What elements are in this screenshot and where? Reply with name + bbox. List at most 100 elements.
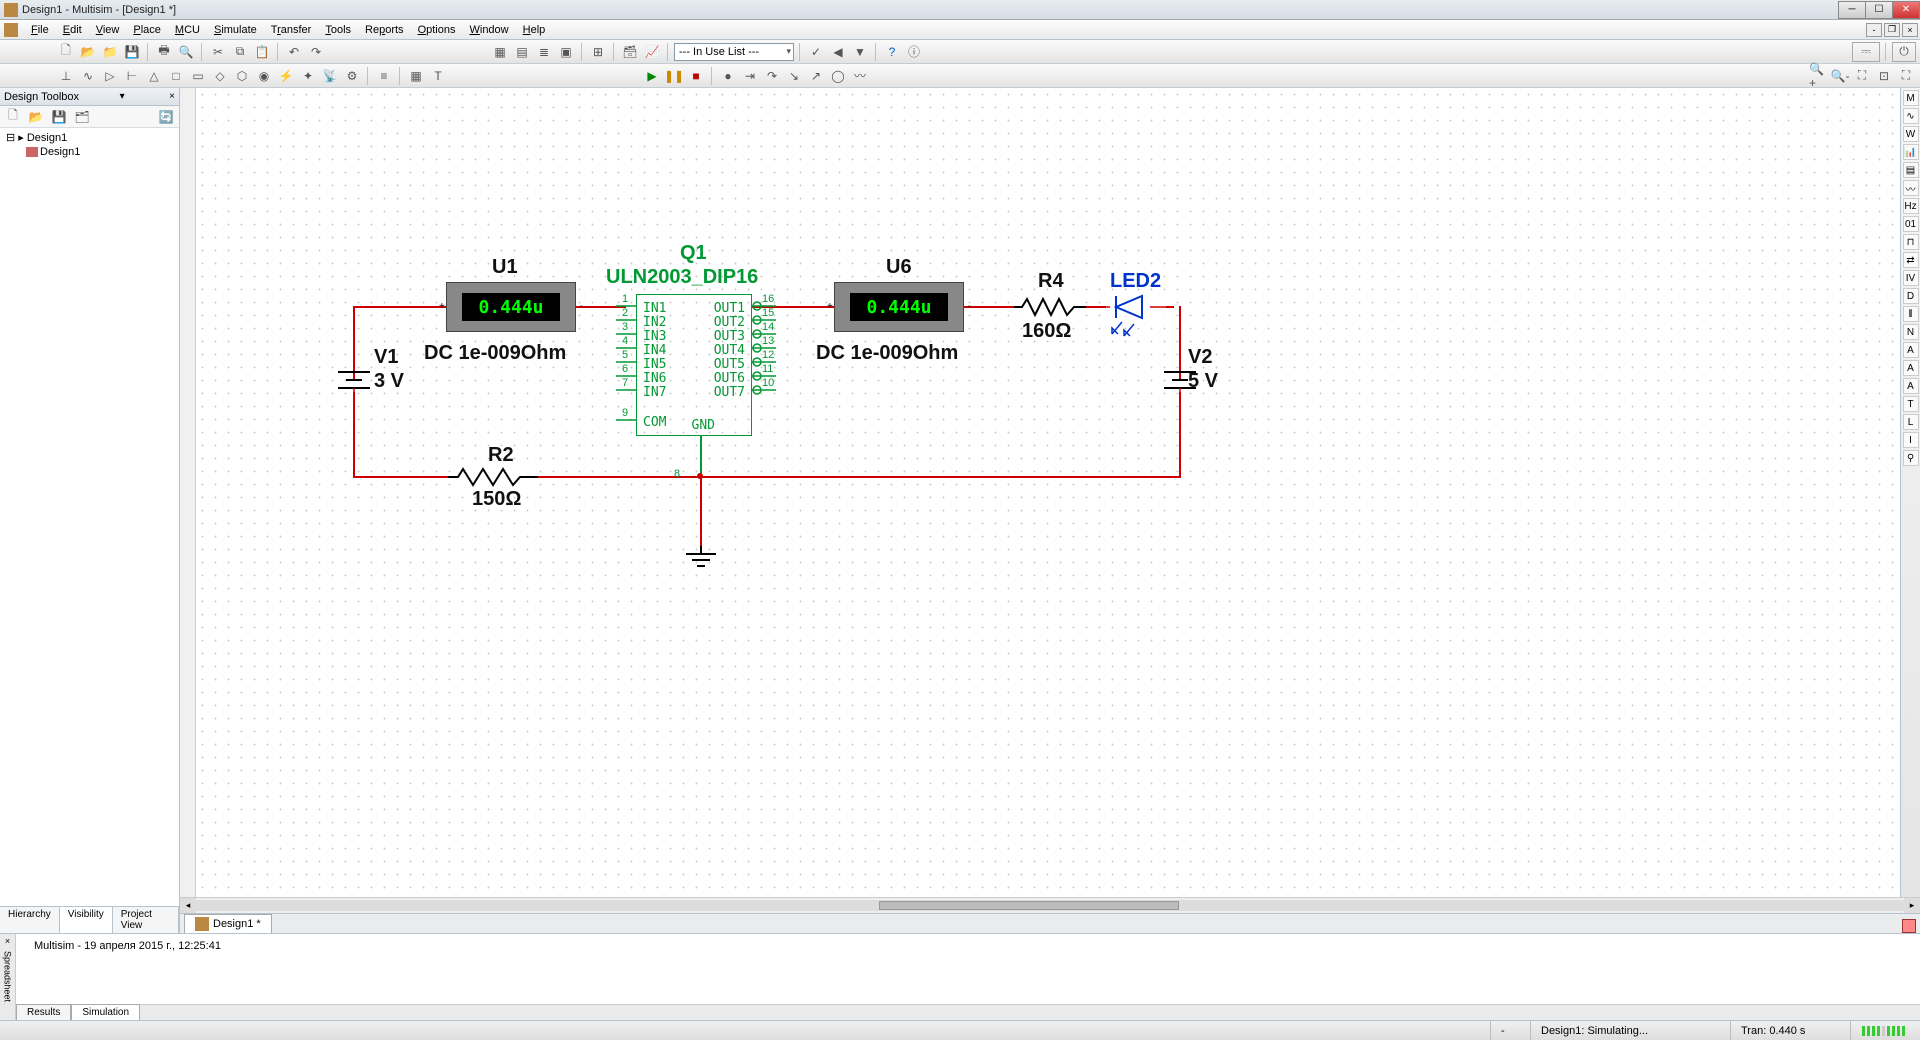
u6-ref[interactable]: U6 [886,256,912,279]
distort-icon[interactable]: D [1903,288,1919,304]
window-icon[interactable]: ▣ [556,42,576,62]
doc-tab-design1[interactable]: Design1 * [184,914,272,933]
breakpoint-icon[interactable]: ◯ [828,66,848,86]
menu-file[interactable]: File [24,22,56,38]
u6-dc[interactable]: DC 1e-009Ohm [816,342,958,365]
maximize-button[interactable]: ☐ [1865,1,1893,19]
tab-projectview[interactable]: Project View [113,907,179,933]
tab-results[interactable]: Results [16,1004,71,1020]
tile-icon[interactable]: ▦ [490,42,510,62]
v1-ref[interactable]: V1 [374,346,398,369]
tab-simulation[interactable]: Simulation [71,1004,140,1020]
close-button[interactable]: ✕ [1892,1,1920,19]
menu-place[interactable]: Place [126,22,168,38]
zoomout-icon[interactable]: 🔍- [1830,66,1850,86]
cut-icon[interactable]: ✂ [208,42,228,62]
place-misc2-icon[interactable]: ✦ [298,66,318,86]
doc-tab-close-icon[interactable] [1902,919,1916,933]
v2-ref[interactable]: V2 [1188,346,1212,369]
stepover-icon[interactable]: ↷ [762,66,782,86]
fullscreen-icon[interactable]: ⛶ [1896,66,1916,86]
v2-value[interactable]: 5 V [1188,370,1218,393]
menu-edit[interactable]: Edit [56,22,89,38]
zoomin-icon[interactable]: 🔍+ [1808,66,1828,86]
instrument1-icon[interactable]: ⎓ [1852,42,1880,62]
new-icon[interactable]: 🗋 [56,42,76,62]
redo-icon[interactable]: ↷ [306,42,326,62]
place-bus-icon[interactable]: ≡ [374,66,394,86]
r4-ref[interactable]: R4 [1038,270,1064,293]
zoomarea-icon[interactable]: ⛶ [1852,66,1872,86]
wordgen-icon[interactable]: 01 [1903,216,1919,232]
toolbox-close-icon[interactable]: × [165,91,179,102]
place-ttl-icon[interactable]: □ [166,66,186,86]
probe-icon[interactable]: ⚲ [1903,450,1919,466]
place-electro-icon[interactable]: ⚙ [342,66,362,86]
graph-icon[interactable]: 📈 [642,42,662,62]
multimeter-icon[interactable]: M [1903,90,1919,106]
place-diode-icon[interactable]: ▷ [100,66,120,86]
wattmeter-icon[interactable]: W [1903,126,1919,142]
scroll-left-icon[interactable]: ◂ [180,898,196,913]
schematic-canvas[interactable]: V1 3 V V2 5 V 0.444u + - U1 [196,88,1900,897]
trace-icon[interactable]: 〰 [850,66,870,86]
v1-value[interactable]: 3 V [374,370,404,393]
spectrum-icon[interactable]: ⫴ [1903,306,1919,322]
place-basic-icon[interactable]: ∿ [78,66,98,86]
led2-ref[interactable]: LED2 [1110,270,1161,293]
menu-tools[interactable]: Tools [318,22,358,38]
menu-help[interactable]: Help [516,22,553,38]
place-misc-icon[interactable]: ◇ [210,66,230,86]
freq-icon[interactable]: Hz [1903,198,1919,214]
menu-options[interactable]: Options [411,22,463,38]
toolbox-saveall-icon[interactable]: 🗂 [72,107,92,127]
scroll-right-icon[interactable]: ▸ [1904,898,1920,913]
place-indicator-icon[interactable]: ◉ [254,66,274,86]
r4-value[interactable]: 160Ω [1022,320,1071,343]
mdi-restore[interactable]: ❐ [1884,23,1900,37]
tree-child[interactable]: Design1 [2,145,177,159]
stop-icon[interactable]: ■ [686,66,706,86]
paste-icon[interactable]: 📋 [252,42,272,62]
scroll-thumb[interactable] [879,901,1179,910]
scope4-icon[interactable]: ▤ [1903,162,1919,178]
scope-icon[interactable]: 📊 [1903,144,1919,160]
toolbox-refresh-icon[interactable]: 🔄 [156,107,176,127]
logicconv-icon[interactable]: ⇄ [1903,252,1919,268]
db-icon[interactable]: 🗃 [620,42,640,62]
copy-icon[interactable]: ⧉ [230,42,250,62]
menu-view[interactable]: View [89,22,127,38]
print-preview-icon[interactable]: 🔍 [176,42,196,62]
toolbox-open-icon[interactable]: 📂 [26,107,46,127]
mdi-close[interactable]: × [1902,23,1918,37]
open-sample-icon[interactable]: 📁 [100,42,120,62]
agilent1-icon[interactable]: A [1903,342,1919,358]
undo-icon[interactable]: ↶ [284,42,304,62]
place-transistor-icon[interactable]: ⊢ [122,66,142,86]
place-mixed-icon[interactable]: ⬡ [232,66,252,86]
forward-icon[interactable]: ▼ [850,42,870,62]
help-icon[interactable]: ? [882,42,902,62]
pause-icon[interactable]: ❚❚ [664,66,684,86]
zoomfit-icon[interactable]: ⊡ [1874,66,1894,86]
toolbox-save-icon[interactable]: 💾 [49,107,69,127]
save-icon[interactable]: 💾 [122,42,142,62]
record-icon[interactable]: ● [718,66,738,86]
menu-transfer[interactable]: Transfer [264,22,319,38]
canvas-hscroll[interactable]: ◂ ▸ [180,897,1920,913]
ground-symbol[interactable] [684,546,718,572]
r2-value[interactable]: 150Ω [472,488,521,511]
place-hier-icon[interactable]: ▦ [406,66,426,86]
current-icon[interactable]: I [1903,432,1919,448]
inuse-combo[interactable]: --- In Use List --- [674,43,794,61]
place-source-icon[interactable]: ⊥ [56,66,76,86]
q1-value[interactable]: ULN2003_DIP16 [606,266,758,289]
labview-icon[interactable]: L [1903,414,1919,430]
print-icon[interactable]: 🖶 [154,42,174,62]
menu-reports[interactable]: Reports [358,22,411,38]
agilent3-icon[interactable]: A [1903,378,1919,394]
menu-mcu[interactable]: MCU [168,22,207,38]
ammeter-u1[interactable]: 0.444u + - [446,282,576,332]
grid-icon[interactable]: ▤ [512,42,532,62]
step-icon[interactable]: ⇥ [740,66,760,86]
